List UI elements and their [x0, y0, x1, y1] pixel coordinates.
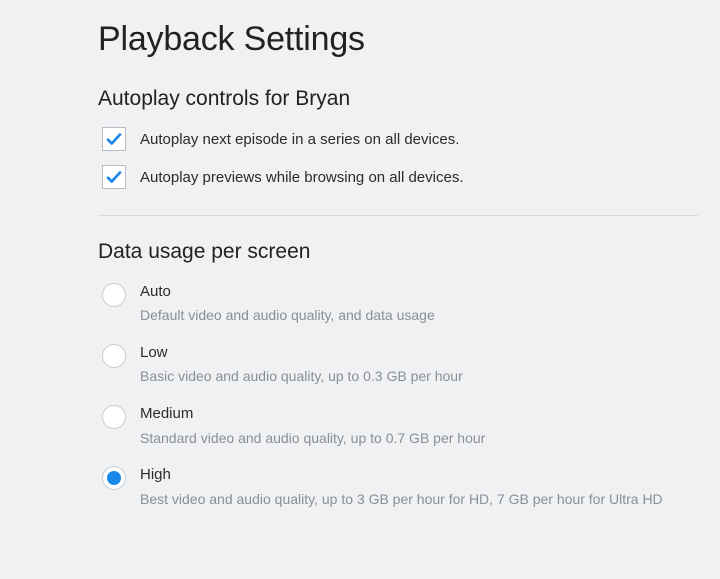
- checkbox-autoplay-next-episode[interactable]: [102, 127, 126, 151]
- radio-medium[interactable]: [102, 405, 126, 429]
- radio-label: Low: [140, 343, 463, 363]
- radio-description: Default video and audio quality, and dat…: [140, 306, 435, 325]
- radio-auto[interactable]: [102, 283, 126, 307]
- page-title: Playback Settings: [98, 20, 698, 59]
- checkbox-row-autoplay-next-episode: Autoplay next episode in a series on all…: [102, 127, 698, 151]
- autoplay-heading: Autoplay controls for Bryan: [98, 87, 698, 111]
- radio-description: Basic video and audio quality, up to 0.3…: [140, 367, 463, 386]
- checkmark-icon: [105, 168, 123, 186]
- radio-texts: Auto Default video and audio quality, an…: [140, 282, 435, 325]
- radio-label: Auto: [140, 282, 435, 302]
- checkmark-icon: [105, 130, 123, 148]
- checkbox-label: Autoplay previews while browsing on all …: [140, 169, 464, 186]
- radio-texts: High Best video and audio quality, up to…: [140, 465, 663, 508]
- radio-low[interactable]: [102, 344, 126, 368]
- radio-description: Standard video and audio quality, up to …: [140, 429, 485, 448]
- checkbox-row-autoplay-previews: Autoplay previews while browsing on all …: [102, 165, 698, 189]
- radio-label: High: [140, 465, 663, 485]
- data-usage-heading: Data usage per screen: [98, 240, 698, 264]
- radio-row-high: High Best video and audio quality, up to…: [102, 465, 698, 508]
- radio-description: Best video and audio quality, up to 3 GB…: [140, 490, 663, 509]
- radio-row-medium: Medium Standard video and audio quality,…: [102, 404, 698, 447]
- checkbox-label: Autoplay next episode in a series on all…: [140, 131, 459, 148]
- radio-row-auto: Auto Default video and audio quality, an…: [102, 282, 698, 325]
- checkbox-autoplay-previews[interactable]: [102, 165, 126, 189]
- radio-texts: Medium Standard video and audio quality,…: [140, 404, 485, 447]
- radio-row-low: Low Basic video and audio quality, up to…: [102, 343, 698, 386]
- radio-texts: Low Basic video and audio quality, up to…: [140, 343, 463, 386]
- section-divider: [98, 215, 698, 216]
- radio-high[interactable]: [102, 466, 126, 490]
- radio-label: Medium: [140, 404, 485, 424]
